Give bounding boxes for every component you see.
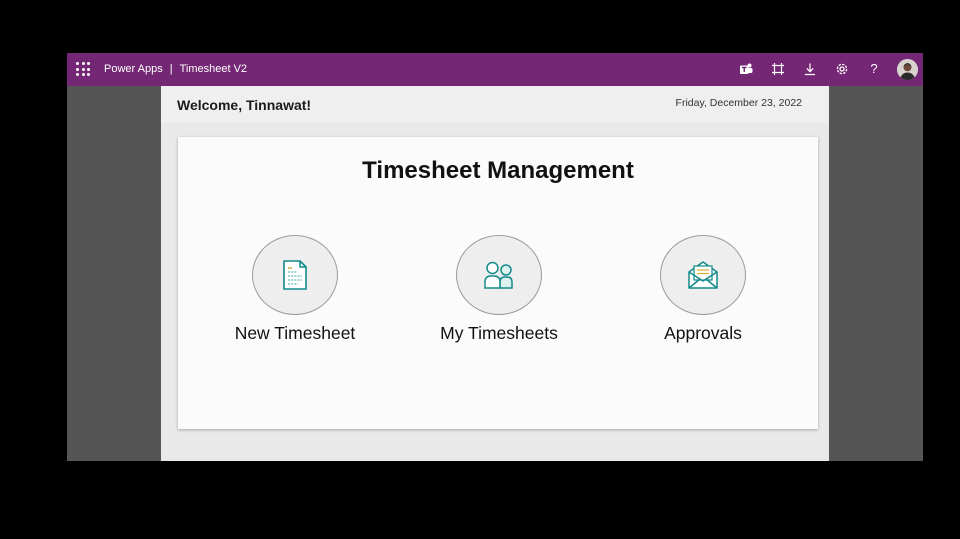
approvals-label: Approvals <box>664 323 742 343</box>
main-card: Timesheet Management New Timesheet My Ti… <box>178 137 818 429</box>
top-bar: Power Apps | Timesheet V2 ? <box>67 53 923 86</box>
app-window: Power Apps | Timesheet V2 ? Welcome, Tin… <box>67 53 923 461</box>
open-envelope-icon <box>688 261 718 289</box>
welcome-label: Welcome, Tinnawat! <box>177 97 312 113</box>
help-glyph: ? <box>870 61 878 76</box>
my-timesheets-icon-circle[interactable] <box>456 235 542 315</box>
card-title: Timesheet Management <box>362 157 634 184</box>
new-timesheet-icon <box>283 260 307 290</box>
user-avatar[interactable] <box>897 59 918 80</box>
approvals-icon-circle[interactable] <box>660 235 746 315</box>
app-title: Timesheet V2 <box>179 63 248 75</box>
title-separator: | <box>169 63 173 75</box>
download-icon[interactable] <box>801 60 819 78</box>
app-canvas: Welcome, Tinnawat! Friday, December 23, … <box>161 86 829 461</box>
new-timesheet-tile[interactable]: New Timesheet <box>205 235 385 355</box>
app-title-bar: Power Apps | Timesheet V2 <box>104 53 247 86</box>
my-timesheets-tile[interactable]: My Timesheets <box>409 235 589 355</box>
new-timesheet-icon-circle[interactable] <box>252 235 338 315</box>
new-timesheet-label: New Timesheet <box>234 323 356 343</box>
header-strip: Welcome, Tinnawat! Friday, December 23, … <box>161 86 829 123</box>
approvals-tile[interactable]: Approvals <box>613 235 793 355</box>
teams-icon[interactable] <box>737 60 755 78</box>
app-name: Power Apps <box>104 63 163 75</box>
fit-to-window-icon[interactable] <box>769 60 787 78</box>
users-icon <box>484 261 513 289</box>
settings-icon[interactable] <box>833 60 851 78</box>
date-label: Friday, December 23, 2022 <box>675 97 802 109</box>
app-launcher-icon[interactable] <box>76 62 90 76</box>
my-timesheets-label: My Timesheets <box>440 323 558 343</box>
help-icon[interactable]: ? <box>865 60 883 78</box>
